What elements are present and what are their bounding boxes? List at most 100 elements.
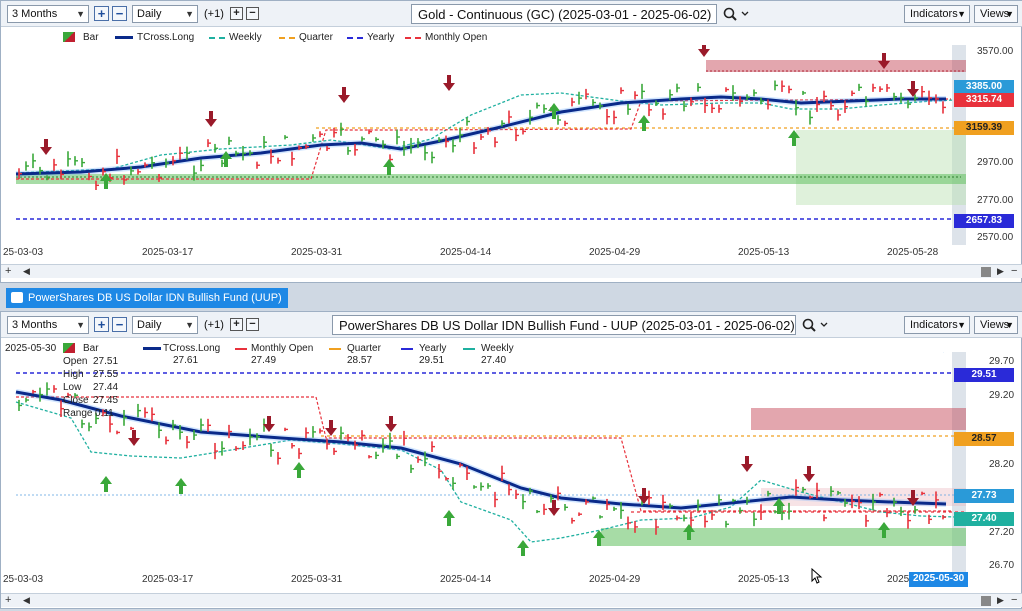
sell-arrow-icon (385, 416, 397, 432)
buy-arrow-icon (175, 478, 187, 494)
cursor-date-label: 2025-05-30 (909, 572, 969, 587)
scroll-left-icon[interactable]: ◀ (23, 595, 30, 606)
offset-minus-button[interactable]: − (246, 318, 259, 331)
zoom-in-button[interactable]: + (94, 6, 109, 21)
price-tag-quarter: 28.57 (954, 432, 1014, 446)
offset-plus-button[interactable]: + (230, 7, 243, 20)
legend-monthly-open: Monthly Open (425, 32, 488, 43)
zoom-out-button[interactable]: − (112, 6, 127, 21)
gold-chart-panel: 3 Months ▼ + − Daily ▼ (+1) + − Gold - Con… (0, 0, 1022, 283)
date-tick: 2025-05-13 (738, 574, 790, 585)
date-tick: 2025-03-17 (142, 574, 194, 585)
buy-arrow-icon (383, 159, 395, 175)
ohlc-range-label: Range (63, 408, 93, 419)
legend-quarter: Quarter (299, 32, 333, 43)
price-tag-tcross: 27.73 (954, 489, 1014, 503)
uup-scrollbar[interactable]: + ◀ ▶ − (1, 593, 1022, 607)
zoom-in-button[interactable]: + (94, 317, 109, 332)
ohlc-range: 0.11 (95, 408, 114, 419)
legend-weekly: Weekly (481, 343, 514, 354)
range-value: 3 Months (12, 319, 58, 331)
chevron-down-icon: ▼ (76, 9, 85, 19)
search-icon[interactable] (723, 7, 751, 21)
offset-minus-button[interactable]: − (246, 7, 259, 20)
tcross-legend-line (115, 36, 133, 39)
indicators-label: Indicators (910, 319, 958, 331)
range-select[interactable]: 3 Months ▼ (7, 316, 89, 334)
price-tag-yearly: 2657.83 (954, 214, 1014, 228)
offset-label: (+1) (204, 319, 224, 331)
scroll-thumb[interactable] (981, 267, 991, 277)
legend-weekly-value: 27.40 (481, 355, 507, 366)
range-select[interactable]: 3 Months ▼ (7, 5, 89, 23)
legend-yearly-value: 29.51 (419, 355, 445, 366)
sell-arrow-icon (205, 111, 217, 127)
sell-arrow-icon (128, 430, 140, 446)
legend-tcross: TCross.Long (137, 32, 195, 43)
date-tick: 2025 (887, 574, 910, 585)
chart-title-input[interactable]: Gold - Continuous (GC) (2025-03-01 - 202… (411, 4, 717, 24)
date-tick: 25-03-03 (3, 247, 44, 258)
interval-select[interactable]: Daily ▼ (132, 5, 198, 23)
offset-plus-button[interactable]: + (230, 318, 243, 331)
ohlc-low-label: Low (63, 382, 82, 393)
date-tick: 2025-04-29 (589, 247, 641, 258)
buy-arrow-icon (517, 540, 529, 556)
price-tag-monthly: 3315.74 (954, 93, 1014, 107)
sell-arrow-icon (325, 420, 337, 436)
ohlc-open: 27.51 (93, 356, 119, 367)
interval-value: Daily (137, 319, 162, 331)
legend-weekly: Weekly (229, 32, 262, 43)
chevron-down-icon: ▼ (185, 320, 194, 330)
chart-title: Gold - Continuous (GC) (2025-03-01 - 202… (418, 7, 712, 22)
chart-icon (11, 292, 23, 303)
indicators-button[interactable]: Indicators ▼ (904, 5, 970, 23)
uup-symbol-tab[interactable]: PowerShares DB US Dollar IDN Bullish Fun… (6, 288, 288, 308)
zoom-out-button[interactable]: − (112, 317, 127, 332)
sell-arrow-icon (443, 75, 455, 91)
gold-toolbar: 3 Months ▼ + − Daily ▼ (+1) + − Gold - Con… (1, 1, 1022, 27)
views-button[interactable]: Views ▼ (974, 316, 1018, 334)
legend-yearly: Yearly (367, 32, 395, 43)
buy-arrow-icon (100, 476, 112, 492)
add-icon[interactable]: + (5, 265, 11, 277)
support-zone (796, 130, 966, 205)
price-tick: 3570.00 (977, 46, 1014, 57)
price-tag-weekly: 27.40 (954, 512, 1014, 526)
sell-arrow-icon (40, 139, 52, 155)
chart-title-input[interactable]: PowerShares DB US Dollar IDN Bullish Fun… (332, 315, 796, 335)
scroll-right-icon[interactable]: ▶ (997, 266, 1004, 277)
add-icon[interactable]: + (5, 594, 11, 606)
gold-chart-area[interactable] (1, 45, 1021, 245)
sell-arrow-icon (698, 45, 710, 57)
remove-icon[interactable]: − (1011, 265, 1017, 277)
price-tick: 29.70 (989, 356, 1015, 367)
chevron-down-icon: ▼ (76, 320, 85, 330)
remove-icon[interactable]: − (1011, 594, 1017, 606)
price-tick: 2770.00 (977, 195, 1014, 206)
price-tag-quarter: 3159.39 (954, 121, 1014, 135)
legend-tcross: TCross.Long (163, 343, 221, 354)
indicators-button[interactable]: Indicators ▼ (904, 316, 970, 334)
price-tag-weekly: 3385.00 (954, 80, 1014, 94)
date-tick: 2025-05-28 (887, 247, 939, 258)
uup-chart-area[interactable] (1, 352, 1021, 572)
interval-select[interactable]: Daily ▼ (132, 316, 198, 334)
date-tick: 2025-04-29 (589, 574, 641, 585)
price-tick: 26.70 (989, 560, 1015, 571)
views-button[interactable]: Views ▼ (974, 5, 1018, 23)
sell-arrow-icon (741, 456, 753, 472)
date-tick: 2025-04-14 (440, 247, 492, 258)
legend-tcross-value: 27.61 (173, 355, 199, 366)
gold-scrollbar[interactable]: + ◀ ▶ − (1, 264, 1022, 278)
scroll-thumb[interactable] (981, 596, 991, 606)
resistance-zone (706, 60, 966, 72)
yearly-legend-line (401, 348, 413, 350)
ohlc-high-label: High (63, 369, 84, 380)
search-icon[interactable] (802, 318, 830, 332)
interval-value: Daily (137, 8, 162, 20)
legend-yearly: Yearly (419, 343, 447, 354)
chevron-down-icon: ▼ (1005, 9, 1014, 19)
scroll-left-icon[interactable]: ◀ (23, 266, 30, 277)
scroll-right-icon[interactable]: ▶ (997, 595, 1004, 606)
